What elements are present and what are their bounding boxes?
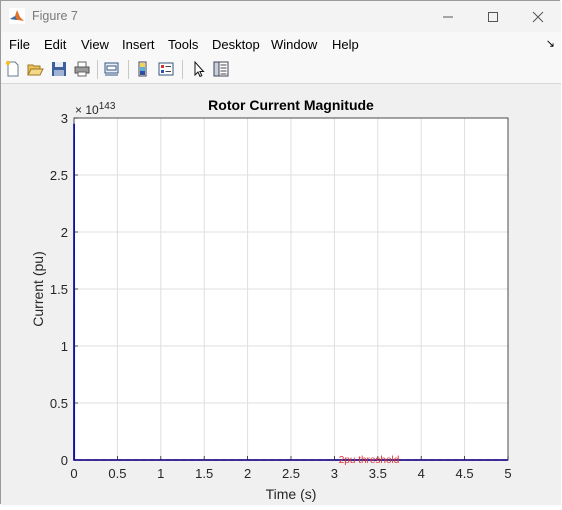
toolbar-separator [128, 60, 129, 79]
menu-desktop[interactable]: Desktop [212, 37, 260, 52]
y-tick-label: 1.5 [50, 282, 68, 297]
y-tick-label: 2.5 [50, 168, 68, 183]
dock-arrow-icon[interactable]: ↘ [546, 37, 555, 50]
maximize-icon [488, 11, 498, 22]
x-tick-label: 4.5 [456, 466, 474, 481]
new-figure-icon[interactable] [4, 60, 22, 78]
edit-plot-pointer-icon[interactable] [189, 60, 207, 78]
toolbar-separator [182, 60, 183, 79]
menu-view[interactable]: View [81, 37, 109, 52]
figure-area: 0 0.5 1 1.5 2 2.5 3 3.5 4 4.5 5 0 0.5 1 1.5 2 2.5 3 Roto… [1, 84, 561, 505]
menu-tools[interactable]: Tools [168, 37, 198, 52]
menu-window[interactable]: Window [271, 37, 317, 52]
x-tick-label: 2 [244, 466, 251, 481]
insert-legend-icon[interactable] [157, 60, 175, 78]
insert-colorbar-icon[interactable] [134, 60, 152, 78]
minimize-icon [443, 16, 453, 17]
save-icon[interactable] [50, 60, 68, 78]
x-tick-label: 0 [70, 466, 77, 481]
x-tick-label: 4 [418, 466, 425, 481]
menu-bar: File Edit View Insert Tools Desktop Wind… [1, 32, 561, 56]
y-tick-label: 2 [61, 225, 68, 240]
x-tick-label: 3.5 [369, 466, 387, 481]
rotor-current-chart: 0 0.5 1 1.5 2 2.5 3 3.5 4 4.5 5 0 0.5 1 1.5 2 2.5 3 Roto… [30, 97, 512, 502]
print-icon[interactable] [73, 60, 91, 78]
x-tick-label: 2.5 [282, 466, 300, 481]
x-tick-label: 3 [331, 466, 338, 481]
y-axis-label: Current (pu) [30, 251, 46, 326]
x-tick-label: 5 [504, 466, 511, 481]
y-tick-label: 0.5 [50, 396, 68, 411]
menu-help[interactable]: Help [332, 37, 359, 52]
maximize-button[interactable] [470, 1, 516, 32]
figure-window: Figure 7 File Edit View Insert Tools Des… [0, 0, 561, 505]
y-exponent-label: × 10143 [75, 101, 116, 117]
open-file-icon[interactable] [26, 60, 44, 78]
y-tick-label: 0 [61, 453, 68, 468]
window-title: Figure 7 [32, 9, 78, 23]
y-tick-label: 3 [61, 111, 68, 126]
close-icon [532, 11, 544, 22]
toolbar [1, 56, 561, 84]
link-plot-icon[interactable] [103, 60, 121, 78]
annotations: 2pu threshold [339, 455, 400, 466]
x-tick-label: 0.5 [108, 466, 126, 481]
toolbar-separator [97, 60, 98, 79]
minimize-button[interactable] [425, 1, 471, 32]
x-tick-label: 1 [157, 466, 164, 481]
threshold-annotation: 2pu threshold [339, 455, 400, 466]
x-axis-label: Time (s) [266, 486, 317, 502]
chart-title: Rotor Current Magnitude [208, 97, 374, 113]
property-inspector-icon[interactable] [212, 60, 230, 78]
y-tick-label: 1 [61, 339, 68, 354]
x-tick-label: 1.5 [195, 466, 213, 481]
title-bar[interactable]: Figure 7 [1, 1, 561, 32]
menu-file[interactable]: File [9, 37, 30, 52]
close-button[interactable] [515, 1, 561, 32]
menu-insert[interactable]: Insert [122, 37, 155, 52]
matlab-icon [9, 8, 25, 24]
menu-edit[interactable]: Edit [44, 37, 66, 52]
